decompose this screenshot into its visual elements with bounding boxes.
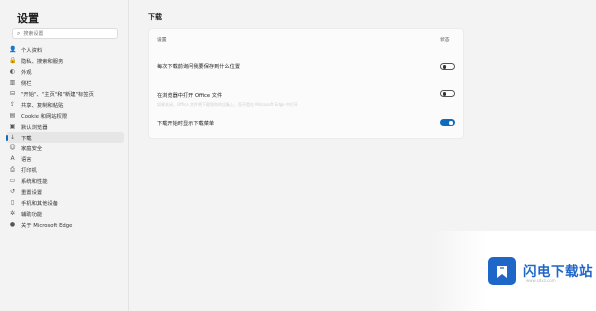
sidebar-item-label: "开始"、"主页"和"新建"标签页 <box>21 92 94 98</box>
languages-icon: A <box>10 155 15 163</box>
sidebar-item[interactable]: ↓ 下载 <box>6 132 124 144</box>
setting-title: 下载开始时显示下载菜单 <box>157 121 215 127</box>
settings-sidebar: 设置 ⌕ 👤 个人资料 🔒 隐私、搜索和服务 ◐ 外观 ▥ 侧栏 ⊟ "开始"、"主页"和"新建"… <box>0 0 129 311</box>
setting-title: 在浏览器中打开 Office 文件 <box>157 93 223 99</box>
sidebar-item-label: 默认浏览器 <box>21 124 48 131</box>
sidebar-item-label: Cookie 和网站权限 <box>21 113 68 120</box>
appearance-icon: ◐ <box>9 68 16 76</box>
sidebar-item[interactable]: 🔒 隐私、搜索和服务 <box>6 56 124 67</box>
start-page-icon: ⊟ <box>9 90 16 97</box>
sidebar-item[interactable]: ✲ 辅助功能 <box>6 208 124 219</box>
sidebar-item[interactable]: ◐ 外观 <box>6 67 124 78</box>
setting-row-ask-download-location: 每次下载前询问我要保存到什么位置 <box>157 63 457 73</box>
settings-card: 设置 状态 每次下载前询问我要保存到什么位置 在浏览器中打开 Office 文件… <box>148 28 464 139</box>
sidebar-item-label: 语言 <box>21 157 32 164</box>
open-office-files-toggle[interactable] <box>440 90 455 97</box>
sidebar-item-label: 侧栏 <box>21 81 32 88</box>
sidebar-item[interactable]: ▭ 系统和性能 <box>6 176 124 187</box>
sidebar-title: 设置 <box>17 12 39 25</box>
sidebar-item[interactable]: ⇪ 共享、复制和粘贴 <box>6 99 124 110</box>
sidebar-item[interactable]: ● 关于 Microsoft Edge <box>6 219 124 230</box>
sidebar-item[interactable]: ⎙ 打印机 <box>6 165 124 176</box>
default-browser-icon: ▣ <box>9 122 16 130</box>
sidebar-item-label: 共享、复制和粘贴 <box>21 102 64 109</box>
search-input[interactable] <box>23 29 114 38</box>
watermark-url: www.sdxz.com <box>526 278 556 283</box>
download-icon: ↓ <box>9 133 16 141</box>
sidebar-nav: 👤 个人资料 🔒 隐私、搜索和服务 ◐ 外观 ▥ 侧栏 ⊟ "开始"、"主页"和"新建"标签页 ⇪ 共… <box>6 45 124 230</box>
sidebar-item-label: 隐私、搜索和服务 <box>21 59 64 66</box>
ask-download-location-toggle[interactable] <box>440 63 455 70</box>
setting-description: 如果关闭，Office 文件将下载到你的设备上，而不是在 Microsoft E… <box>157 102 299 107</box>
printer-icon: ⎙ <box>10 166 15 174</box>
sidebar-item[interactable]: ▥ 侧栏 <box>6 78 124 89</box>
system-performance-icon: ▭ <box>9 177 16 185</box>
setting-row-open-office-files: 在浏览器中打开 Office 文件 如果关闭，Office 文件将下载到你的设备… <box>157 92 457 108</box>
sidebar-item[interactable]: ☺ 家庭安全 <box>6 143 124 154</box>
sidebar-item[interactable]: ▣ 默认浏览器 <box>6 121 124 132</box>
sidebar-item[interactable]: ↺ 重置设置 <box>6 187 124 198</box>
sidebar-item-label: 重置设置 <box>21 190 43 197</box>
page-title: 下载 <box>148 13 162 21</box>
toggle-knob <box>442 65 446 69</box>
sidebar-item-label: 外观 <box>21 70 32 77</box>
accessibility-icon: ✲ <box>9 209 16 217</box>
setting-row-show-downloads-menu: 下载开始时显示下载菜单 <box>157 120 457 130</box>
watermark-text: 闪电下载站 <box>523 264 593 280</box>
search-box[interactable]: ⌕ <box>12 28 118 39</box>
sidebar-item-label: 系统和性能 <box>21 179 48 186</box>
setting-title: 每次下载前询问我要保存到什么位置 <box>157 64 241 70</box>
reset-settings-icon: ↺ <box>9 188 16 196</box>
share-copy-paste-icon: ⇪ <box>9 100 16 108</box>
show-downloads-menu-toggle[interactable] <box>440 119 455 126</box>
cookies-site-permissions-icon: ▤ <box>9 111 16 119</box>
sidebar-item-label: 打印机 <box>21 168 37 175</box>
sidebar-item[interactable]: A 语言 <box>6 154 124 165</box>
sidebar-item[interactable]: ⊟ "开始"、"主页"和"新建"标签页 <box>6 89 124 100</box>
watermark: 闪电下载站 www.sdxz.com <box>430 231 596 311</box>
sidebar-item[interactable]: 👤 个人资料 <box>6 45 124 56</box>
watermark-logo-icon <box>488 257 516 285</box>
sidebar-item[interactable]: ▯ 手机和其他设备 <box>6 197 124 208</box>
search-icon: ⌕ <box>17 29 21 37</box>
sidebar-icon: ▥ <box>9 79 16 87</box>
sidebar-item-label: 家庭安全 <box>21 146 43 153</box>
family-safety-icon: ☺ <box>9 144 16 152</box>
column-header-setting: 设置 <box>157 38 167 43</box>
sidebar-item-label: 下载 <box>21 135 32 142</box>
sidebar-item[interactable]: ▤ Cookie 和网站权限 <box>6 110 124 121</box>
person-icon: 👤 <box>9 46 17 54</box>
sidebar-item-label: 关于 Microsoft Edge <box>21 222 73 229</box>
toggle-knob <box>442 92 446 96</box>
sidebar-item-label: 辅助功能 <box>21 211 43 218</box>
edge-logo-icon: ● <box>9 220 16 228</box>
sidebar-item-label: 手机和其他设备 <box>21 200 59 207</box>
phone-devices-icon: ▯ <box>10 198 15 206</box>
sidebar-item-label: 个人资料 <box>21 48 43 55</box>
column-header-state: 状态 <box>440 38 450 43</box>
toggle-knob <box>449 121 453 125</box>
privacy-lock-icon: 🔒 <box>9 57 17 65</box>
